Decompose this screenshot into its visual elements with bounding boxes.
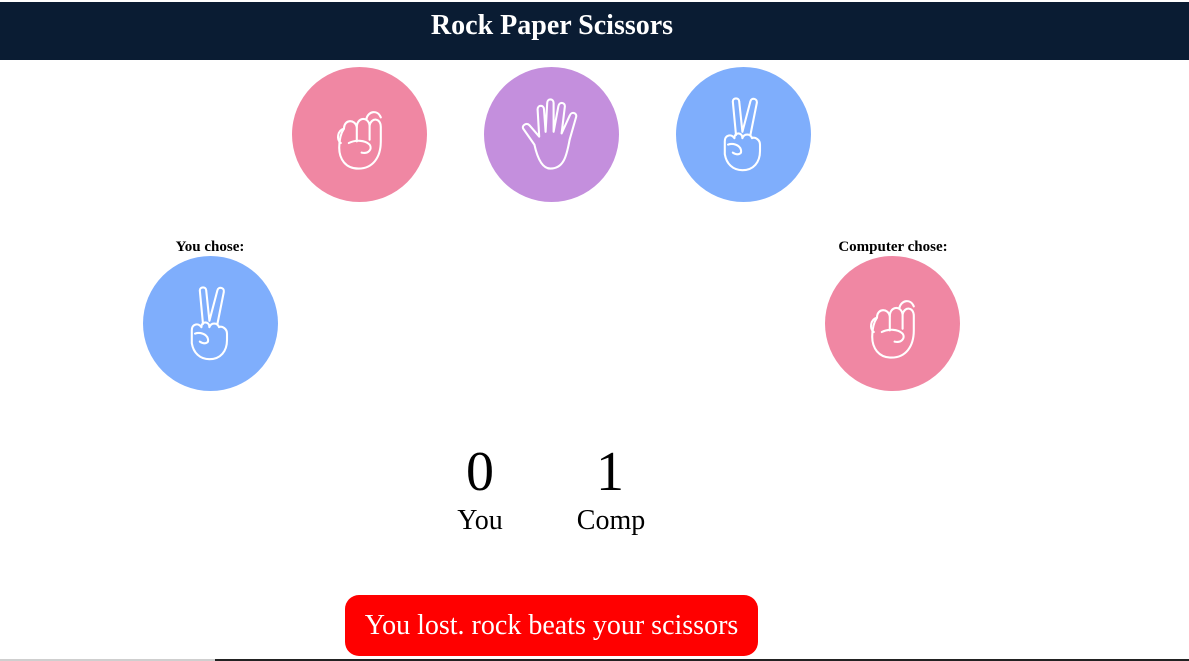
player-score: 0 [466, 441, 494, 503]
app-title: Rock Paper Scissors [430, 10, 674, 41]
peace-hand-icon [704, 95, 784, 175]
computer-score-label: Comp [576, 505, 646, 536]
fist-icon [320, 95, 400, 175]
player-choice-display [143, 256, 278, 391]
scissors-button[interactable] [676, 67, 811, 202]
player-choice-label: You chose: [175, 239, 245, 255]
fist-icon [853, 284, 933, 364]
computer-choice-label: Computer chose: [838, 239, 948, 255]
player-score-label: You [457, 505, 503, 536]
rock-button[interactable] [292, 67, 427, 202]
peace-hand-icon [171, 284, 251, 364]
computer-score: 1 [596, 441, 624, 503]
paper-button[interactable] [484, 67, 619, 202]
computer-choice-display [825, 256, 960, 391]
open-hand-icon [512, 95, 592, 175]
app-header: Rock Paper Scissors [0, 2, 1189, 60]
result-message: You lost. rock beats your scissors [345, 595, 758, 656]
